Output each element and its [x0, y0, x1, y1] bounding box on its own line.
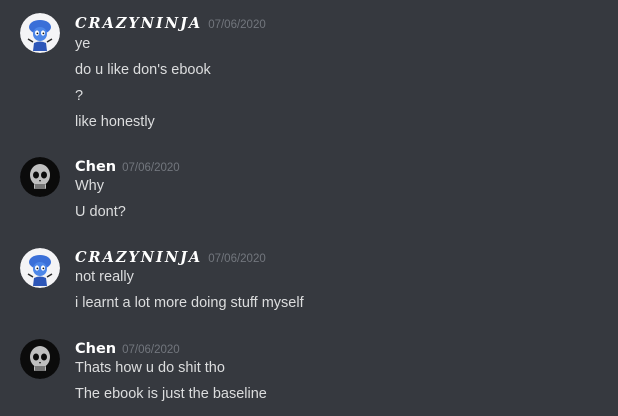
message-text: i learnt a lot more doing stuff myself — [75, 295, 304, 311]
message-text: U dont? — [75, 204, 126, 220]
message-text: Why — [75, 178, 104, 194]
message-header: CRAZYNINJA 07/06/2020 — [75, 13, 266, 33]
timestamp: 07/06/2020 — [208, 19, 266, 31]
message-header: Chen 07/06/2020 — [75, 156, 180, 176]
author-name[interactable]: CRAZYNINJA — [75, 249, 202, 266]
timestamp: 07/06/2020 — [122, 162, 180, 174]
message-header: Chen 07/06/2020 — [75, 338, 180, 358]
message-text: Thats how u do shit tho — [75, 360, 225, 376]
timestamp: 07/06/2020 — [208, 253, 266, 265]
author-name[interactable]: CRAZYNINJA — [75, 15, 202, 32]
message-text: do u like don's ebook — [75, 62, 211, 78]
message-text: not really — [75, 269, 134, 285]
smurf-avatar-icon[interactable] — [20, 13, 60, 53]
message-text: like honestly — [75, 114, 155, 130]
message-text: ? — [75, 88, 84, 104]
skull-avatar-icon[interactable] — [20, 157, 60, 197]
message-text: The ebook is just the baseline — [75, 386, 267, 402]
smurf-avatar-icon[interactable] — [20, 248, 60, 288]
skull-avatar-icon[interactable] — [20, 339, 60, 379]
author-name[interactable]: Chen — [75, 341, 116, 357]
message-header: CRAZYNINJA 07/06/2020 — [75, 247, 266, 267]
author-name[interactable]: Chen — [75, 159, 116, 175]
timestamp: 07/06/2020 — [122, 344, 180, 356]
message-text: ye — [75, 36, 91, 52]
